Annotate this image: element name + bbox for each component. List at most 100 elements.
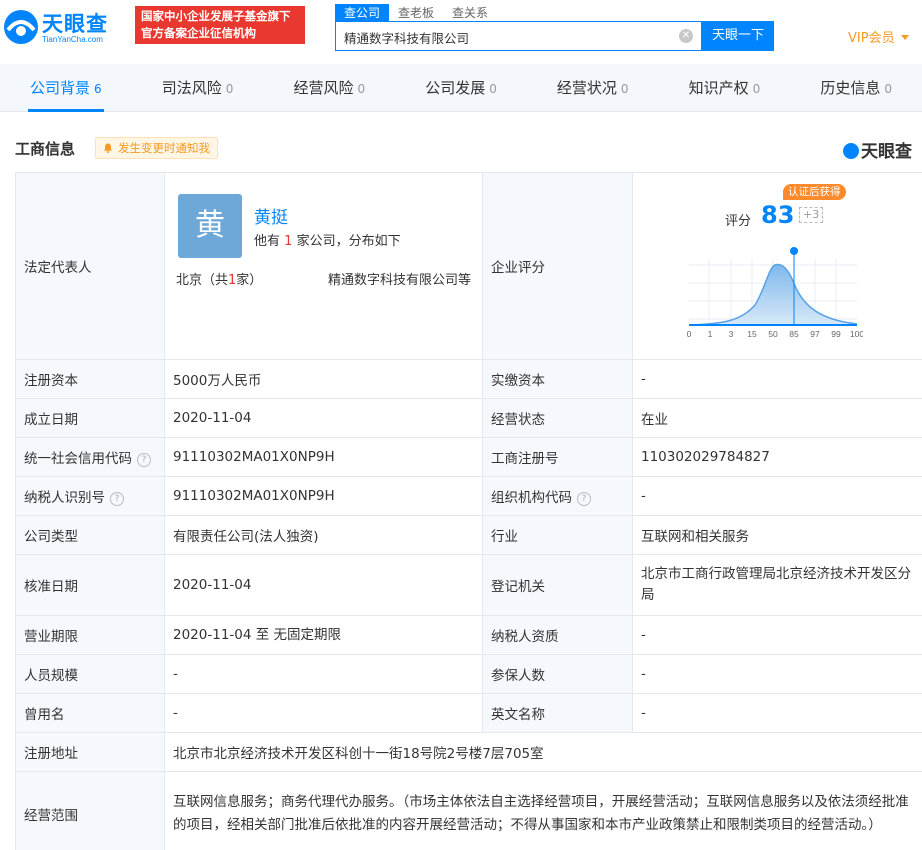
badge-line-2: 官方备案企业征信机构 <box>141 26 256 40</box>
nav-count: 0 <box>620 82 629 96</box>
value-text: 91110302MA01X0NP9H <box>173 449 335 465</box>
logo-text: 天眼查 <box>42 12 108 36</box>
vip-menu[interactable]: VIP会员 <box>848 27 909 46</box>
table-value: 2020-11-04 <box>164 554 483 616</box>
table-label: 注册资本 <box>15 359 165 399</box>
label-text: 英文名称 <box>491 707 545 723</box>
company-nav: 公司背景 6 司法风险 0 经营风险 0 公司发展 0 经营状况 0 知识产权 0 历史信息… <box>0 64 922 112</box>
tianyancha-logo[interactable]: 天眼查 TianYanCha.com <box>2 4 130 48</box>
nav-label: 公司发展 <box>425 79 486 97</box>
chart-tick-label: 85 <box>789 329 799 339</box>
chart-tick-label: 15 <box>747 329 757 339</box>
value-text: - <box>641 666 646 682</box>
table-value: - <box>164 693 483 733</box>
table-value: 互联网和相关服务 <box>632 515 922 555</box>
legal-rep-city: 北京（共1家） <box>176 269 262 288</box>
table-row: 注册地址 北京市北京经济技术开发区科创十一街18号院2号楼7层705室 <box>15 732 922 772</box>
avatar[interactable]: 黄 <box>178 194 242 258</box>
label-text: 组织机构代码 <box>491 490 572 506</box>
search-tabs: 查公司 查老板 查关系 <box>335 4 497 22</box>
label-text: 核准日期 <box>24 579 78 595</box>
search-button[interactable]: 天眼一下 <box>702 21 774 51</box>
table-label: 登记机关 <box>482 554 633 616</box>
nav-label: 经营状况 <box>556 79 617 97</box>
value-text: - <box>641 627 646 643</box>
legal-rep-name-link[interactable]: 黄挺 <box>254 203 288 228</box>
table-row: 纳税人识别号? 91110302MA01X0NP9H 组织机构代码? - <box>15 476 922 516</box>
tab-search-relation[interactable]: 查关系 <box>443 4 497 22</box>
table-value: - <box>632 359 922 399</box>
nav-company-development[interactable]: 公司发展 0 <box>395 64 527 111</box>
company-count: 1 <box>284 234 293 249</box>
nav-company-background[interactable]: 公司背景 6 <box>0 64 132 112</box>
table-label: 营业期限 <box>15 615 165 655</box>
table-value: 110302029784827 <box>632 437 922 477</box>
summary-text: 他有 <box>254 234 281 249</box>
label-text: 经营状态 <box>491 412 545 428</box>
value-text: - <box>641 371 646 387</box>
nav-intellectual-property[interactable]: 知识产权 0 <box>659 64 791 111</box>
score-plus: +3 <box>799 207 824 223</box>
table-value: 北京市工商行政管理局北京经济技术开发区分局 <box>632 554 922 616</box>
company-score-card: 认证后获得 评分 83 +3 0 1 3 15 50 85 97 99 100 <box>632 172 922 360</box>
table-row: 曾用名 - 英文名称 - <box>15 693 922 733</box>
table-label: 实缴资本 <box>482 359 633 399</box>
label-text: 纳税人资质 <box>491 629 559 645</box>
label-text: 工商注册号 <box>491 451 559 467</box>
value-text: 北京市工商行政管理局北京经济技术开发区分局 <box>641 566 911 603</box>
table-value: 91110302MA01X0NP9H <box>164 476 483 516</box>
score-marker-dot <box>790 247 798 255</box>
city-text: 家） <box>236 273 263 288</box>
nav-judicial-risk[interactable]: 司法风险 0 <box>132 64 264 111</box>
legal-rep-company-link[interactable]: 精通数字科技有限公司等 <box>328 269 471 288</box>
chart-tick-label: 99 <box>831 329 841 339</box>
table-value: - <box>632 476 922 516</box>
table-label: 组织机构代码? <box>482 476 633 516</box>
help-icon[interactable]: ? <box>137 453 151 467</box>
table-label: 纳税人资质 <box>482 615 633 655</box>
nav-label: 司法风险 <box>161 79 222 97</box>
table-label: 公司类型 <box>15 515 165 555</box>
logo-eye-icon <box>4 10 38 44</box>
chart-tick-label: 100 <box>850 329 863 339</box>
table-value: 2020-11-04 至 无固定期限 <box>164 615 483 655</box>
nav-count: 0 <box>357 82 366 96</box>
notify-change-button[interactable]: 发生变更时通知我 <box>95 137 218 159</box>
value-text: - <box>641 705 646 721</box>
chart-tick-label: 3 <box>729 329 734 339</box>
notify-label: 发生变更时通知我 <box>118 141 210 155</box>
table-label: 成立日期 <box>15 398 165 438</box>
help-icon[interactable]: ? <box>577 492 591 506</box>
tab-search-boss[interactable]: 查老板 <box>389 4 443 22</box>
nav-business-risk[interactable]: 经营风险 0 <box>263 64 395 111</box>
table-label: 注册地址 <box>15 732 165 772</box>
table-label: 工商注册号 <box>482 437 633 477</box>
table-value: 91110302MA01X0NP9H <box>164 437 483 477</box>
table-value: 5000万人民币 <box>164 359 483 399</box>
table-label: 纳税人识别号? <box>15 476 165 516</box>
table-label: 经营范围 <box>15 771 165 850</box>
nav-history[interactable]: 历史信息 0 <box>790 64 922 111</box>
chart-tick-label: 0 <box>687 329 692 339</box>
nav-label: 知识产权 <box>688 79 749 97</box>
help-icon[interactable]: ? <box>110 492 124 506</box>
tab-search-company[interactable]: 查公司 <box>335 4 390 22</box>
table-label: 企业评分 <box>482 172 633 360</box>
bell-icon <box>103 143 113 153</box>
table-label: 人员规模 <box>15 654 165 694</box>
table-row: 统一社会信用代码? 91110302MA01X0NP9H 工商注册号 11030202… <box>15 437 922 477</box>
label-text: 成立日期 <box>24 412 78 428</box>
table-label: 参保人数 <box>482 654 633 694</box>
search-input[interactable]: 精通数字科技有限公司 ✕ <box>335 21 702 51</box>
clear-icon[interactable]: ✕ <box>679 29 693 43</box>
logo-domain: TianYanCha.com <box>42 35 103 44</box>
table-value: - <box>632 693 922 733</box>
table-row: 成立日期 2020-11-04 经营状态 在业 <box>15 398 922 438</box>
caret-down-icon <box>900 35 909 40</box>
table-label: 英文名称 <box>482 693 633 733</box>
nav-count: 0 <box>225 82 234 96</box>
nav-operation-status[interactable]: 经营状况 0 <box>527 64 659 111</box>
table-label: 核准日期 <box>15 554 165 616</box>
value-text: 有限责任公司(法人独资) <box>173 529 319 545</box>
label-text: 注册资本 <box>24 373 78 389</box>
